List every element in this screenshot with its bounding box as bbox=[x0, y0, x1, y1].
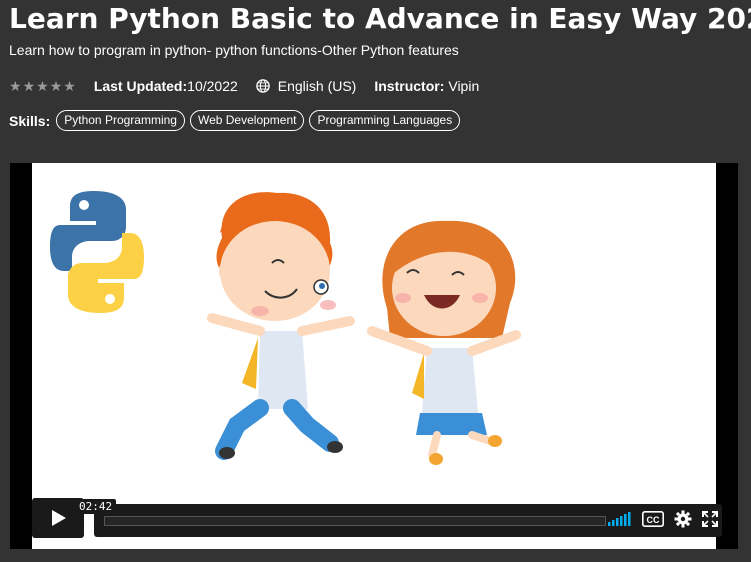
globe-icon bbox=[255, 79, 270, 93]
video-thumbnail bbox=[50, 191, 521, 465]
course-subtitle: Learn how to program in python- python f… bbox=[9, 42, 459, 58]
star-icon: ★ bbox=[36, 78, 49, 94]
last-updated-value: 10/2022 bbox=[187, 78, 238, 94]
python-logo-icon bbox=[50, 191, 144, 313]
fullscreen-icon[interactable] bbox=[702, 511, 718, 527]
girl-illustration bbox=[367, 220, 521, 465]
control-icons: CC bbox=[608, 510, 718, 528]
skills-row: Skills: Python Programming Web Developme… bbox=[9, 110, 465, 131]
rating-stars: ★ ★ ★ ★ ★ bbox=[9, 79, 76, 93]
video-player[interactable]: CC bbox=[10, 163, 738, 549]
star-icon: ★ bbox=[22, 78, 36, 94]
player-controls: CC bbox=[94, 504, 722, 537]
skills-label: Skills: bbox=[9, 112, 51, 129]
closed-captions-icon[interactable]: CC bbox=[642, 511, 664, 527]
volume-icon[interactable] bbox=[608, 512, 632, 526]
instructor: Instructor: Vipin bbox=[374, 78, 479, 94]
video-frame[interactable] bbox=[32, 163, 716, 549]
settings-icon[interactable] bbox=[674, 510, 692, 528]
last-updated: Last Updated: 10/2022 bbox=[94, 78, 238, 94]
boy-illustration bbox=[207, 192, 355, 460]
skill-chip-programming-languages[interactable]: Programming Languages bbox=[309, 110, 461, 131]
course-title: Learn Python Basic to Advance in Easy Wa… bbox=[9, 2, 751, 35]
cc-label: CC bbox=[647, 515, 660, 525]
instructor-label: Instructor: bbox=[374, 78, 445, 94]
timestamp-tooltip: 02:42 bbox=[75, 499, 117, 514]
star-icon: ★ bbox=[49, 78, 63, 94]
star-icon: ★ bbox=[9, 78, 22, 94]
language: English (US) bbox=[255, 78, 357, 94]
last-updated-label: Last Updated: bbox=[93, 78, 188, 94]
star-icon: ★ bbox=[63, 78, 76, 94]
course-meta: ★ ★ ★ ★ ★ Last Updated: 10/2022 English … bbox=[9, 76, 497, 96]
progress-bar[interactable] bbox=[104, 516, 606, 526]
language-value: English (US) bbox=[277, 78, 357, 94]
skill-chip-web-development[interactable]: Web Development bbox=[189, 110, 305, 131]
instructor-name[interactable]: Vipin bbox=[448, 78, 479, 94]
play-icon bbox=[52, 510, 66, 526]
skill-chip-python-programming[interactable]: Python Programming bbox=[56, 110, 185, 131]
